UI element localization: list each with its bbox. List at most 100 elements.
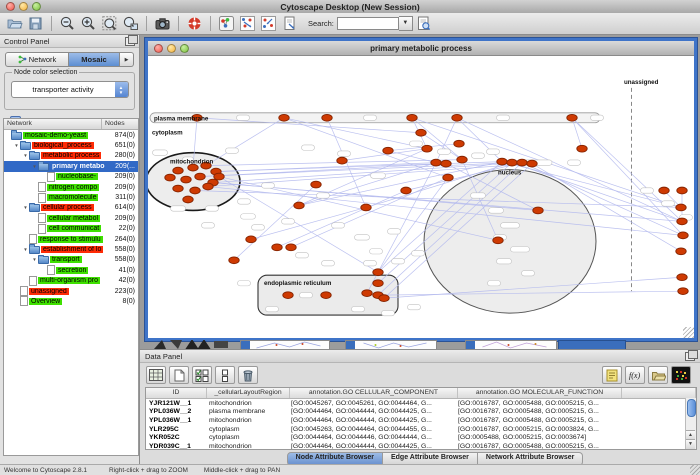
network-node[interactable] — [659, 187, 669, 194]
tree-row[interactable]: nucleobase-209(0) — [4, 172, 138, 182]
network-node[interactable] — [362, 290, 372, 297]
tree-row[interactable]: unassigned223(0) — [4, 286, 138, 296]
network-node[interactable] — [407, 114, 417, 121]
table-cell[interactable]: [GO:0016787, GO:0005488, GO:0005215, G..… — [455, 417, 618, 424]
network-node[interactable] — [678, 288, 688, 295]
network-node[interactable] — [283, 292, 293, 299]
network-node[interactable] — [422, 145, 432, 152]
tree-row[interactable]: ▼cellular process614(0) — [4, 203, 138, 213]
attribute-notes-icon[interactable] — [602, 366, 622, 384]
float-panel-icon[interactable] — [685, 352, 695, 361]
table-cell[interactable]: YPL036W__1 — [146, 417, 206, 424]
network-node[interactable] — [454, 140, 464, 147]
table-cell[interactable]: YPL036W__2 — [146, 408, 206, 415]
layout-tool-2-icon[interactable] — [259, 14, 278, 33]
network-node[interactable] — [294, 202, 304, 209]
float-panel-icon[interactable] — [125, 37, 135, 46]
table-cell[interactable]: [GO:0016787, GO:0005215, GO:0003824, G..… — [455, 426, 618, 433]
attribute-table-icon[interactable] — [146, 366, 166, 384]
network-node[interactable] — [337, 157, 347, 164]
tree-row[interactable]: ▼biological_process651(0) — [4, 140, 138, 150]
window-resize-grip[interactable] — [683, 327, 694, 338]
network-node[interactable] — [173, 167, 183, 174]
table-cell[interactable]: YDR039C__1 — [146, 443, 206, 450]
column-header[interactable]: annotation.GO CELLULAR_COMPONENT — [290, 388, 458, 398]
network-node[interactable] — [457, 156, 467, 163]
network-node[interactable] — [431, 159, 441, 166]
zoom-fit-icon[interactable] — [100, 14, 119, 33]
column-header[interactable]: annotation.GO MOLECULAR_FUNCTION — [458, 388, 622, 398]
tree-row[interactable]: ▼primary metabo209(... — [4, 161, 138, 171]
tree-column-nodes[interactable]: Nodes — [102, 119, 138, 129]
network-node[interactable] — [567, 114, 577, 121]
network-node[interactable] — [416, 129, 426, 136]
tree-row[interactable]: cell communicat22(0) — [4, 224, 138, 234]
expand-arrow-icon[interactable]: ▼ — [31, 257, 38, 262]
network-node[interactable] — [373, 280, 383, 287]
table-cell[interactable]: [GO:0044464, GO:0044444, GO:0044425, G..… — [288, 443, 455, 450]
background-window-strip[interactable] — [345, 340, 437, 349]
tree-row[interactable]: ▼metabolic process280(0) — [4, 151, 138, 161]
network-node[interactable] — [493, 237, 503, 244]
attribute-matrix-icon[interactable] — [671, 366, 691, 384]
network-node[interactable] — [311, 181, 321, 188]
network-node[interactable] — [443, 174, 453, 181]
background-window-edge[interactable] — [558, 340, 626, 349]
table-cell[interactable]: [GO:0005488, GO:0005215, GO:0003674] — [455, 434, 618, 441]
network-node[interactable] — [279, 114, 289, 121]
column-header[interactable]: ID — [146, 388, 207, 398]
table-cell[interactable]: mitochondrion — [206, 417, 288, 424]
table-row[interactable]: YLR295Ccytoplasm[GO:0045263, GO:0044464,… — [146, 425, 696, 434]
network-node[interactable] — [527, 160, 537, 167]
table-cell[interactable]: [GO:0045263, GO:0044464, GO:0044455, G..… — [288, 426, 455, 433]
table-cell[interactable]: mitochondrion — [206, 443, 288, 450]
scroll-down-button[interactable]: ▼ — [686, 439, 695, 449]
network-node[interactable] — [203, 183, 213, 190]
layout-tool-icon[interactable] — [238, 14, 257, 33]
column-header[interactable]: _cellularLayoutRegion — [207, 388, 290, 398]
network-node[interactable] — [507, 159, 517, 166]
network-node[interactable] — [165, 174, 175, 181]
network-node[interactable] — [229, 257, 239, 264]
help-icon[interactable] — [185, 14, 204, 33]
select-attributes-icon[interactable] — [192, 366, 212, 384]
network-node[interactable] — [272, 244, 282, 251]
table-row[interactable]: YPL036W__2plasma membrane[GO:0044464, GO… — [146, 408, 696, 417]
search-dropdown-button[interactable]: ▼ — [399, 16, 413, 31]
network-node[interactable] — [497, 158, 507, 165]
network-node[interactable] — [195, 173, 205, 180]
search-network-icon[interactable] — [414, 14, 433, 33]
network-node[interactable] — [321, 292, 331, 299]
table-cell[interactable]: YKR052C — [146, 434, 206, 441]
network-node[interactable] — [401, 187, 411, 194]
network-node[interactable] — [373, 269, 383, 276]
table-row[interactable]: YDR039C__1mitochondrion[GO:0044464, GO:0… — [146, 442, 696, 450]
zoom-in-icon[interactable] — [79, 14, 98, 33]
delete-attribute-icon[interactable] — [238, 366, 258, 384]
network-node[interactable] — [214, 173, 224, 180]
tree-row[interactable]: ▼establishment of lo558(0) — [4, 244, 138, 254]
save-session-icon[interactable] — [26, 14, 45, 33]
tab-overflow-arrow[interactable]: ▶ — [120, 52, 134, 67]
vizmapper-icon[interactable] — [217, 14, 236, 33]
tree-row[interactable]: mosaic-demo-yeast874(0) — [4, 130, 138, 140]
expand-arrow-icon[interactable]: ▼ — [22, 247, 29, 252]
table-cell[interactable]: cytoplasm — [206, 426, 288, 433]
tab-network[interactable]: Network — [5, 52, 69, 67]
node-color-dropdown[interactable]: transporter activity ▲▼ — [11, 81, 129, 98]
network-view-window[interactable]: primary metabolic process plasma membran… — [145, 38, 697, 341]
network-node[interactable] — [286, 244, 296, 251]
background-window-strip[interactable] — [240, 340, 330, 349]
table-cell[interactable]: plasma membrane — [206, 408, 288, 415]
network-node[interactable] — [322, 114, 332, 121]
network-window-titlebar[interactable]: primary metabolic process — [148, 41, 694, 56]
annotation-icon[interactable] — [280, 14, 299, 33]
network-node[interactable] — [361, 204, 371, 211]
background-window-thumbnail[interactable] — [152, 340, 232, 349]
open-file-icon[interactable] — [5, 14, 24, 33]
network-node[interactable] — [676, 248, 686, 255]
network-canvas[interactable]: plasma membranecytoplasmmitochondrionnuc… — [148, 56, 694, 338]
network-node[interactable] — [379, 295, 389, 302]
table-cell[interactable]: [GO:0044464, GO:0044444, GO:0044425, G..… — [288, 408, 455, 415]
network-node[interactable] — [533, 207, 543, 214]
